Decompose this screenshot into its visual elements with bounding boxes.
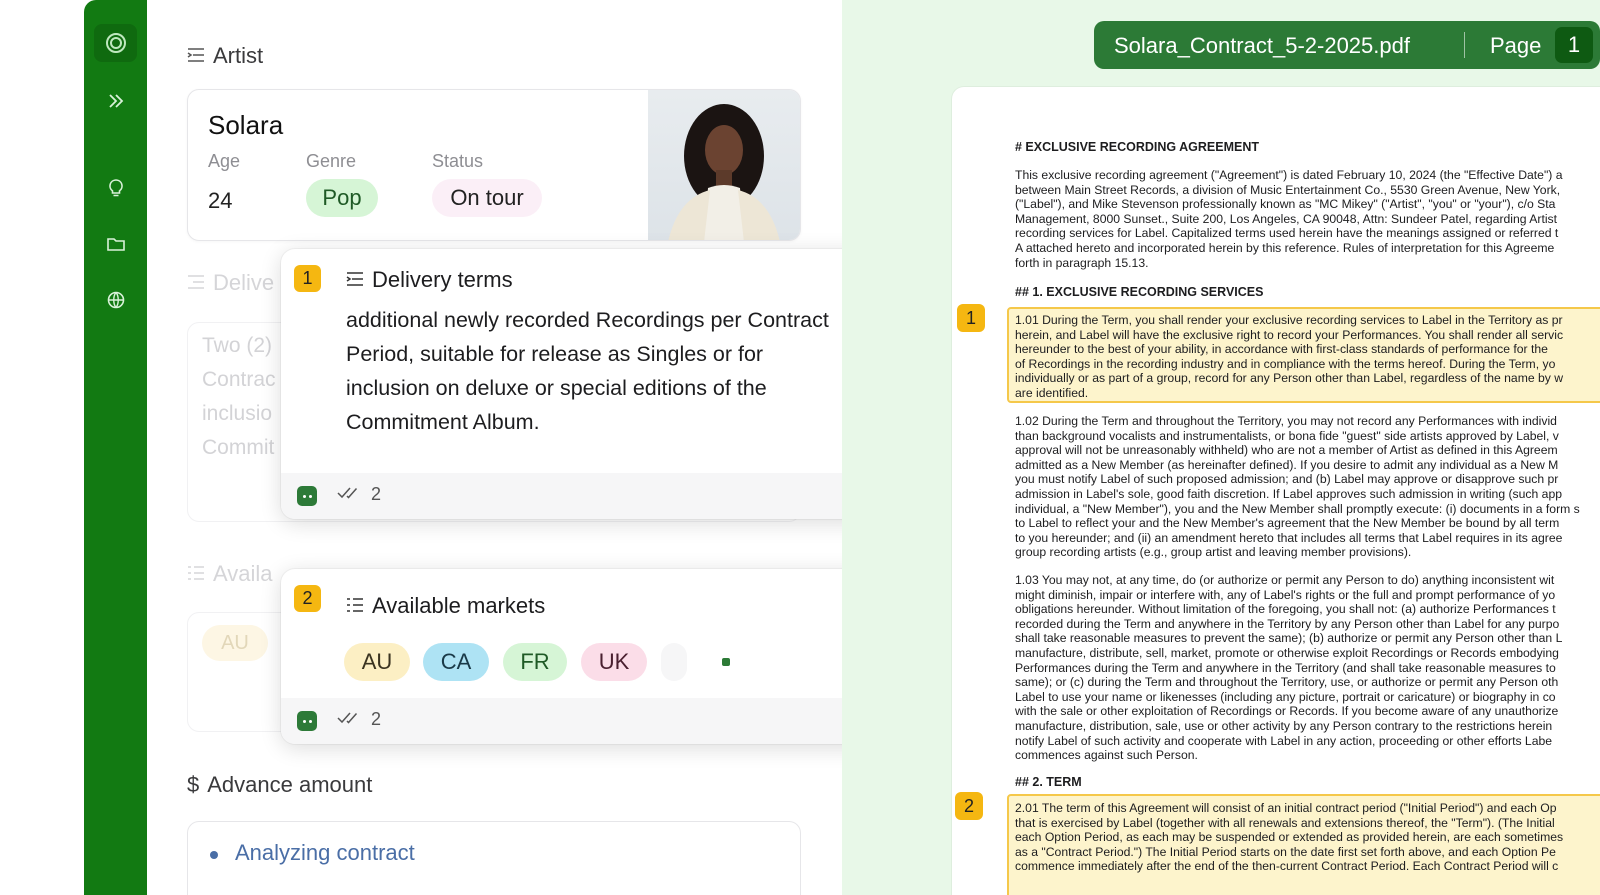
doc-citation-badge-1[interactable]: 1 <box>957 304 985 332</box>
doc-para-1-02: 1.02 During the Term and throughout the … <box>1015 414 1580 560</box>
doc-section-2-heading: ## 2. TERM <box>1015 775 1082 789</box>
app-sidebar <box>84 0 147 895</box>
list-icon <box>187 561 205 587</box>
text-lines-icon <box>187 270 205 296</box>
double-check-icon <box>337 709 363 730</box>
page-label: Page <box>1490 33 1542 58</box>
market-chip-faded: AU <box>202 625 268 661</box>
available-markets-title: Available markets <box>346 593 545 619</box>
delivery-faded-line-4: Commit <box>202 436 275 459</box>
doc-para-1-01: 1.01 During the Term, you shall render y… <box>1015 313 1564 400</box>
pdf-page: # EXCLUSIVE RECORDING AGREEMENT This exc… <box>952 87 1600 895</box>
market-chip-fr: FR <box>503 643 567 681</box>
doc-para-2-01: 2.01 The term of this Agreement will con… <box>1015 801 1564 874</box>
doc-citation-badge-2[interactable]: 2 <box>955 792 983 820</box>
status-dot <box>210 851 218 859</box>
citation-badge-2: 2 <box>294 585 321 612</box>
list-icon <box>346 593 364 619</box>
age-label: Age <box>208 151 241 171</box>
delivery-terms-footer: 2 <box>281 473 891 519</box>
file-toolbar: Solara_Contract_5-2-2025.pdf Page 1 <box>1094 21 1600 69</box>
delivery-terms-body: additional newly recorded Recordings per… <box>346 308 829 434</box>
market-chip-ca: CA <box>423 643 489 681</box>
genre-label: Genre <box>306 151 357 171</box>
verified-check[interactable]: 2 <box>337 484 381 505</box>
toolbar-divider <box>1464 32 1465 58</box>
ai-bot-icon <box>297 711 317 731</box>
artist-section-title: Artist <box>187 43 263 69</box>
available-markets-footer: 2 <box>281 698 891 744</box>
available-markets-popover[interactable]: 2 Available markets AU CA FR UK 2 <box>281 569 891 744</box>
delivery-terms-popover[interactable]: 1 Delivery terms additional newly record… <box>281 249 891 519</box>
delivery-terms-title: Delivery terms <box>346 267 513 293</box>
globe-icon[interactable] <box>104 288 128 312</box>
age-value: 24 <box>208 188 233 213</box>
ai-bot-icon <box>297 486 317 506</box>
dollar-icon: $ <box>187 772 200 797</box>
verified-check[interactable]: 2 <box>337 709 381 730</box>
double-check-icon <box>337 484 363 505</box>
delivery-section-title-faded: Delive <box>187 270 274 296</box>
delivery-faded-line-3: inclusio <box>202 402 273 425</box>
doc-para-1-03: 1.03 You may not, at any time, do (or au… <box>1015 573 1563 763</box>
lightbulb-icon[interactable] <box>104 176 128 200</box>
delivery-faded-line-1: Two (2) <box>202 334 273 357</box>
status-label: Status <box>432 151 484 171</box>
doc-intro: This exclusive recording agreement ("Agr… <box>1015 168 1563 270</box>
delivery-faded-line-2: Contrac <box>202 368 276 391</box>
document-viewer: Solara_Contract_5-2-2025.pdf Page 1 # EX… <box>842 0 1600 895</box>
market-chip-uk: UK <box>581 643 647 681</box>
artist-photo <box>648 90 800 240</box>
file-name: Solara_Contract_5-2-2025.pdf <box>1114 33 1410 58</box>
status-pill: On tour <box>432 179 542 217</box>
expand-chevrons-icon[interactable] <box>104 89 128 113</box>
doc-section-1-heading: ## 1. EXCLUSIVE RECORDING SERVICES <box>1015 285 1264 299</box>
more-indicator[interactable] <box>722 658 730 666</box>
text-lines-icon <box>346 267 364 293</box>
analyzing-status: Analyzing contract <box>235 840 415 865</box>
market-chip-au: AU <box>344 643 410 681</box>
page-number-input[interactable]: 1 <box>1555 27 1593 63</box>
citation-badge-1: 1 <box>294 265 321 292</box>
genre-pill: Pop <box>306 179 378 217</box>
folder-icon[interactable] <box>104 232 128 256</box>
advance-section-title: $ Advance amount <box>187 772 373 797</box>
markets-section-title-faded: Availa <box>187 561 273 587</box>
artist-card[interactable]: Solara Age Genre Status 24 Pop On tour <box>187 89 801 241</box>
logo-ring-icon[interactable] <box>94 24 137 62</box>
list-indent-icon <box>187 43 205 69</box>
market-chip-overflow <box>661 643 687 681</box>
advance-card: Analyzing contract <box>187 821 801 895</box>
artist-name: Solara <box>208 110 284 140</box>
doc-heading: # EXCLUSIVE RECORDING AGREEMENT <box>1015 140 1260 154</box>
